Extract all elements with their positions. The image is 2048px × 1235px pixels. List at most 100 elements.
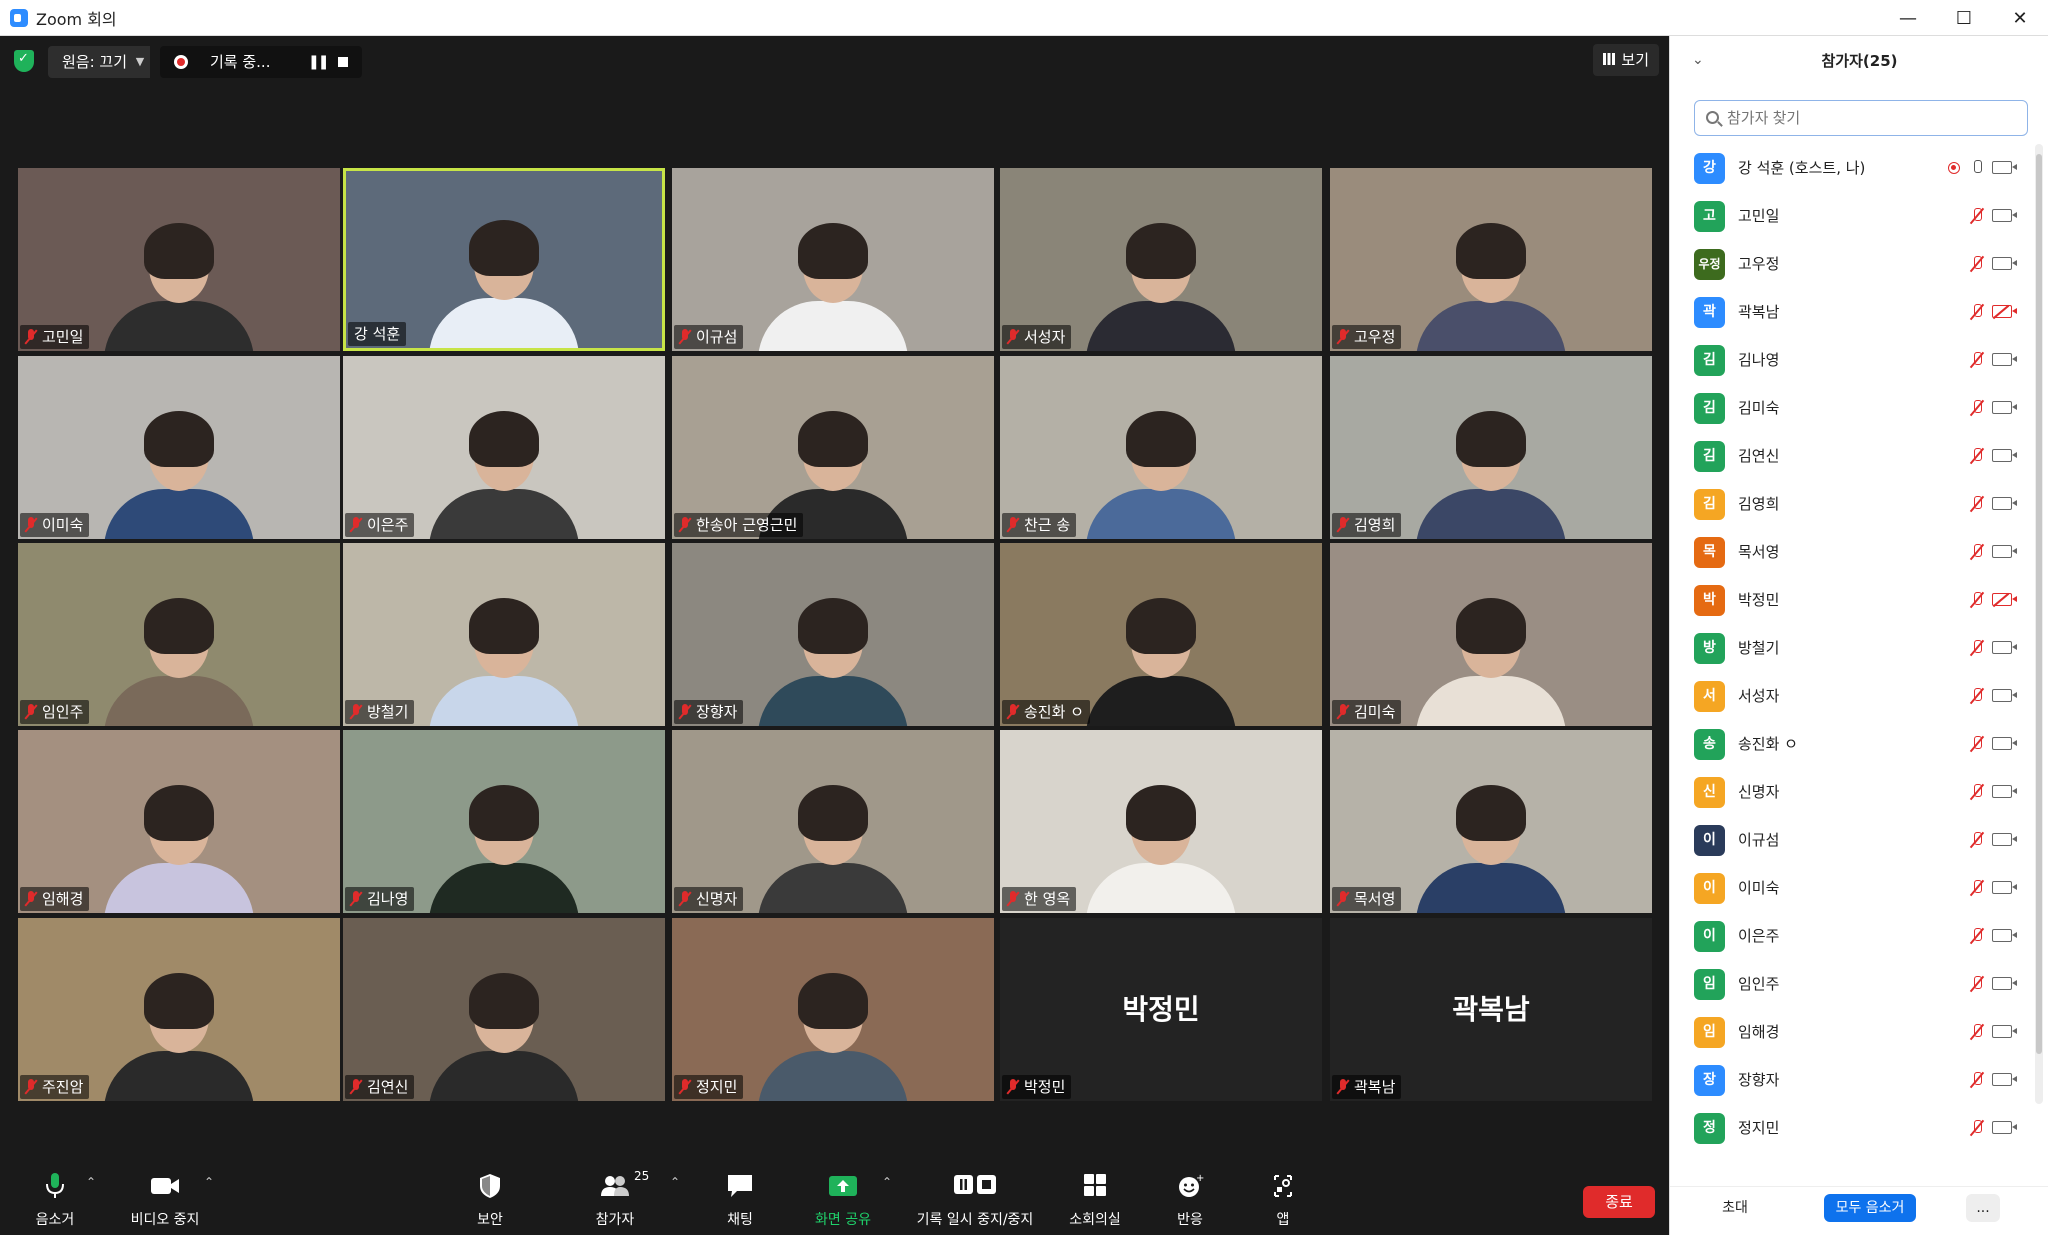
participant-row[interactable]: 임 임인주: [1670, 960, 2035, 1008]
video-tile[interactable]: 김미숙: [1330, 543, 1652, 726]
participants-options-chevron-icon[interactable]: ⌃: [670, 1175, 680, 1189]
video-camera-icon[interactable]: [1992, 1121, 2017, 1134]
muted-mic-icon[interactable]: [1970, 927, 1984, 945]
video-camera-icon[interactable]: [1992, 737, 2017, 750]
muted-mic-icon[interactable]: [1970, 831, 1984, 849]
video-camera-icon[interactable]: [1992, 209, 2017, 222]
more-options-button[interactable]: ...: [1966, 1194, 2000, 1222]
video-camera-icon[interactable]: [1992, 257, 2017, 270]
muted-mic-icon[interactable]: [1970, 735, 1984, 753]
end-meeting-button[interactable]: 종료: [1583, 1186, 1655, 1218]
invite-button[interactable]: 초대: [1710, 1194, 1760, 1222]
participant-row[interactable]: 신 신명자: [1670, 768, 2035, 816]
video-camera-icon[interactable]: [1992, 353, 2017, 366]
audio-options-chevron-icon[interactable]: ⌃: [86, 1175, 96, 1189]
video-off-icon[interactable]: [1992, 305, 2017, 318]
muted-mic-icon[interactable]: [1970, 1119, 1984, 1137]
video-camera-icon[interactable]: [1992, 929, 2017, 942]
participant-row[interactable]: 우정 고우정: [1670, 240, 2035, 288]
participant-row[interactable]: 김 김미숙: [1670, 384, 2035, 432]
participant-row[interactable]: 강 강 석훈 (호스트, 나): [1670, 144, 2035, 192]
participant-row[interactable]: 방 방철기: [1670, 624, 2035, 672]
stop-video-button[interactable]: 비디오 중지: [120, 1161, 210, 1235]
microphone-icon[interactable]: [1970, 159, 1984, 177]
video-tile[interactable]: 김연신: [343, 918, 665, 1101]
muted-mic-icon[interactable]: [1970, 591, 1984, 609]
apps-button[interactable]: 앱: [1248, 1161, 1318, 1235]
video-tile[interactable]: 강 석훈: [343, 168, 665, 351]
video-camera-icon[interactable]: [1992, 641, 2017, 654]
video-tile[interactable]: 한송아 근영근민: [672, 356, 994, 539]
video-camera-icon[interactable]: [1992, 689, 2017, 702]
participant-row[interactable]: 이 이미숙: [1670, 864, 2035, 912]
video-tile[interactable]: 박정민 박정민: [1000, 918, 1322, 1101]
video-tile[interactable]: 목서영: [1330, 730, 1652, 913]
video-tile[interactable]: 장향자: [672, 543, 994, 726]
participant-row[interactable]: 고 고민일: [1670, 192, 2035, 240]
video-off-icon[interactable]: [1992, 593, 2017, 606]
muted-mic-icon[interactable]: [1970, 207, 1984, 225]
share-screen-button[interactable]: 화면 공유: [805, 1161, 881, 1235]
participant-row[interactable]: 박 박정민: [1670, 576, 2035, 624]
video-camera-icon[interactable]: [1992, 785, 2017, 798]
muted-mic-icon[interactable]: [1970, 351, 1984, 369]
participant-search-input[interactable]: [1694, 100, 2028, 136]
video-camera-icon[interactable]: [1992, 497, 2017, 510]
video-tile[interactable]: 이미숙: [18, 356, 340, 539]
security-button[interactable]: 보안: [455, 1161, 525, 1235]
video-tile[interactable]: 임해경: [18, 730, 340, 913]
share-options-chevron-icon[interactable]: ⌃: [882, 1175, 892, 1189]
video-tile[interactable]: 방철기: [343, 543, 665, 726]
muted-mic-icon[interactable]: [1970, 1023, 1984, 1041]
video-tile[interactable]: 김영희: [1330, 356, 1652, 539]
participant-row[interactable]: 이 이규섬: [1670, 816, 2035, 864]
pause-recording-icon[interactable]: ❚❚: [308, 46, 330, 78]
participant-row[interactable]: 정 정지민: [1670, 1104, 2035, 1144]
view-button[interactable]: 보기: [1593, 44, 1659, 76]
muted-mic-icon[interactable]: [1970, 783, 1984, 801]
muted-mic-icon[interactable]: [1970, 543, 1984, 561]
participants-button[interactable]: 25 참가자: [580, 1161, 650, 1235]
participant-row[interactable]: 장 장향자: [1670, 1056, 2035, 1104]
video-tile[interactable]: 찬근 송: [1000, 356, 1322, 539]
original-sound-dropdown-icon[interactable]: ▼: [130, 46, 150, 78]
video-tile[interactable]: 이규섬: [672, 168, 994, 351]
video-camera-icon[interactable]: [1992, 881, 2017, 894]
muted-mic-icon[interactable]: [1970, 687, 1984, 705]
mute-button[interactable]: 음소거: [20, 1161, 90, 1235]
video-tile[interactable]: 한 영옥: [1000, 730, 1322, 913]
muted-mic-icon[interactable]: [1970, 399, 1984, 417]
participant-row[interactable]: 송 송진화 ㅇ: [1670, 720, 2035, 768]
encryption-shield-icon[interactable]: [14, 50, 34, 72]
video-options-chevron-icon[interactable]: ⌃: [204, 1175, 214, 1189]
close-icon[interactable]: ✕: [1992, 0, 2048, 36]
video-camera-icon[interactable]: [1992, 977, 2017, 990]
video-tile[interactable]: 곽복남 곽복남: [1330, 918, 1652, 1101]
muted-mic-icon[interactable]: [1970, 255, 1984, 273]
muted-mic-icon[interactable]: [1970, 879, 1984, 897]
participant-row[interactable]: 김 김나영: [1670, 336, 2035, 384]
muted-mic-icon[interactable]: [1970, 639, 1984, 657]
video-camera-icon[interactable]: [1992, 161, 2017, 174]
stop-recording-icon[interactable]: [338, 57, 348, 67]
video-camera-icon[interactable]: [1992, 1025, 2017, 1038]
video-tile[interactable]: 고민일: [18, 168, 340, 351]
video-camera-icon[interactable]: [1992, 545, 2017, 558]
participant-row[interactable]: 서 서성자: [1670, 672, 2035, 720]
video-tile[interactable]: 송진화 ㅇ: [1000, 543, 1322, 726]
video-tile[interactable]: 이은주: [343, 356, 665, 539]
participant-row[interactable]: 김 김연신: [1670, 432, 2035, 480]
chat-button[interactable]: 채팅: [705, 1161, 775, 1235]
pause-stop-recording-button[interactable]: 기록 일시 중지/중지: [905, 1161, 1045, 1235]
minimize-icon[interactable]: —: [1880, 0, 1936, 36]
muted-mic-icon[interactable]: [1970, 975, 1984, 993]
video-tile[interactable]: 신명자: [672, 730, 994, 913]
video-tile[interactable]: 서성자: [1000, 168, 1322, 351]
muted-mic-icon[interactable]: [1970, 495, 1984, 513]
video-camera-icon[interactable]: [1992, 833, 2017, 846]
participant-row[interactable]: 임 임해경: [1670, 1008, 2035, 1056]
video-tile[interactable]: 정지민: [672, 918, 994, 1101]
video-tile[interactable]: 고우정: [1330, 168, 1652, 351]
participant-row[interactable]: 김 김영희: [1670, 480, 2035, 528]
reactions-button[interactable]: + 반응: [1155, 1161, 1225, 1235]
